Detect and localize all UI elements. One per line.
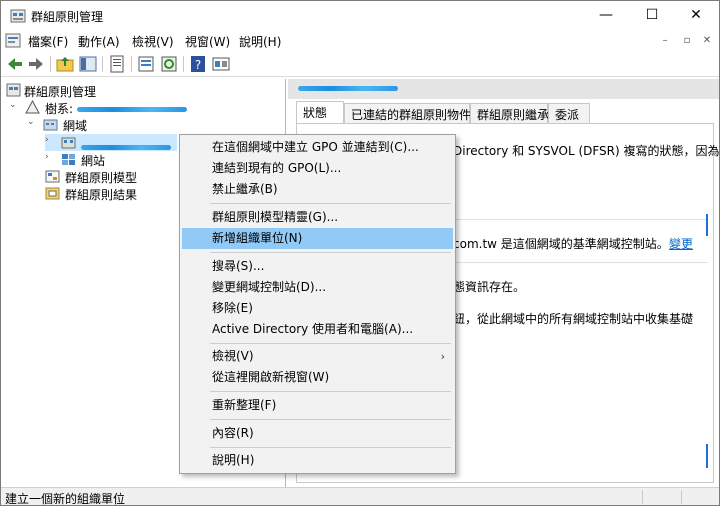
tree-root-label: 群組原則管理 <box>24 85 97 99</box>
toolbar-separator <box>50 56 51 72</box>
tree-root[interactable]: 群組原則管理 <box>4 82 284 99</box>
menu-separator <box>210 252 451 253</box>
menu-help-item[interactable]: 說明(H) <box>182 450 453 471</box>
mdi-minimize-button[interactable]: – <box>658 34 672 47</box>
scroll-indicator <box>706 214 708 236</box>
toolbar-separator <box>131 56 132 72</box>
sites-icon <box>62 154 75 165</box>
status-separator <box>681 490 682 504</box>
tree-domain-selected[interactable]: › <box>45 134 177 151</box>
folder-up-icon[interactable] <box>56 55 74 73</box>
tab-delegation[interactable]: 委派 <box>548 103 590 123</box>
menu-help[interactable]: 說明(H) <box>239 33 281 50</box>
menu-bar: 檔案(F) 動作(A) 檢視(V) 視窗(W) 說明(H) – ▫ ✕ <box>1 30 719 51</box>
tree-domains[interactable]: ⌄ 網域 <box>27 116 277 133</box>
menu-separator <box>210 391 451 392</box>
back-icon[interactable] <box>6 55 24 73</box>
mdi-close-button[interactable]: ✕ <box>700 34 714 47</box>
menu-view[interactable]: 檢視(V) <box>132 33 174 50</box>
window-title: 群組原則管理 <box>31 10 104 24</box>
gpo-modeling-icon <box>45 170 60 183</box>
tab-linked-gpos[interactable]: 已連結的群組原則物件 <box>344 103 471 123</box>
expand-chevron-icon[interactable]: › <box>45 135 55 145</box>
toolbar-separator <box>183 56 184 72</box>
menu-aduc[interactable]: Active Directory 使用者和電腦(A)... <box>182 319 453 340</box>
maximize-button[interactable]: ☐ <box>629 1 675 30</box>
scroll-indicator <box>706 444 708 468</box>
export-list-icon[interactable] <box>137 55 155 73</box>
gpmc-window: 群組原則管理 — ☐ ✕ 檔案(F) 動作(A) 檢視(V) 視窗(W) 說明(… <box>0 0 720 506</box>
gpmc-app-icon <box>10 9 26 23</box>
title-bar: 群組原則管理 — ☐ ✕ <box>1 1 719 30</box>
menu-separator <box>210 203 451 204</box>
menu-view-label: 檢視(V) <box>212 349 254 363</box>
console-menu-icon[interactable] <box>5 33 21 48</box>
menu-new-window[interactable]: 從這裡開啟新視窗(W) <box>182 367 453 388</box>
tree-domains-label: 網域 <box>63 119 88 133</box>
content-divider <box>453 219 708 220</box>
change-link[interactable]: 變更 <box>669 235 693 252</box>
domains-folder-icon <box>43 119 58 131</box>
menu-separator <box>210 419 451 420</box>
mdi-restore-button[interactable]: ▫ <box>680 34 694 47</box>
collapse-chevron-icon[interactable]: ⌄ <box>27 117 37 127</box>
tree-gpo-results-label: 群組原則結果 <box>65 188 138 202</box>
svg-text:?: ? <box>195 58 201 72</box>
tree-sites-label: 網站 <box>81 154 106 168</box>
submenu-arrow-icon: › <box>440 350 445 363</box>
expand-chevron-icon[interactable]: › <box>45 152 55 162</box>
context-menu: 在這個網域中建立 GPO 並連結到(C)... 連結到現有的 GPO(L)...… <box>179 134 456 474</box>
menu-search[interactable]: 搜尋(S)... <box>182 256 453 277</box>
help-icon[interactable]: ? <box>189 55 207 73</box>
tree-forest-label: 樹系: <box>45 100 187 117</box>
tab-gpo-inheritance[interactable]: 群組原則繼承 <box>470 103 549 123</box>
menu-new-ou[interactable]: 新增組織單位(N) <box>182 228 453 249</box>
toolbar: ? <box>1 51 719 77</box>
menu-gpo-modeling-wizard[interactable]: 群組原則模型精靈(G)... <box>182 207 453 228</box>
content-divider <box>453 262 708 263</box>
gpmc-root-icon <box>6 83 21 97</box>
menu-refresh[interactable]: 重新整理(F) <box>182 395 453 416</box>
redacted-header-name <box>298 86 398 91</box>
minimize-button[interactable]: — <box>583 1 629 30</box>
menu-remove[interactable]: 移除(E) <box>182 298 453 319</box>
redacted-forest-name <box>76 107 187 112</box>
forward-icon[interactable] <box>27 55 45 73</box>
console-icon[interactable] <box>212 55 230 73</box>
forest-icon <box>25 100 40 114</box>
close-button[interactable]: ✕ <box>673 1 719 30</box>
menu-view-submenu[interactable]: 檢視(V) › <box>182 346 453 367</box>
gather-info-text: 鈕，從此網域中的所有網域控制站中收集基礎 <box>453 312 694 326</box>
toolbar-separator <box>102 56 103 72</box>
status-bar: 建立一個新的組織單位 <box>1 487 719 506</box>
status-description: Directory 和 SYSVOL (DFSR) 複寫的狀態，因為 <box>453 144 720 158</box>
menu-link-existing-gpo[interactable]: 連結到現有的 GPO(L)... <box>182 158 453 179</box>
tab-status[interactable]: 狀態 <box>296 101 344 123</box>
tree-gpo-modeling-label: 群組原則模型 <box>65 171 138 185</box>
menu-file[interactable]: 檔案(F) <box>28 33 68 50</box>
status-info-text: 態資訊存在。 <box>453 280 526 294</box>
status-text: 建立一個新的組織單位 <box>5 492 126 506</box>
menu-change-dc[interactable]: 變更網域控制站(D)... <box>182 277 453 298</box>
baseline-dc-text: com.tw 是這個網域的基準網域控制站。 <box>453 237 669 251</box>
forest-prefix: 樹系: <box>45 102 77 116</box>
domain-icon <box>61 137 76 149</box>
menu-separator <box>210 447 451 448</box>
refresh-icon[interactable] <box>160 55 178 73</box>
menu-window[interactable]: 視窗(W) <box>185 33 230 50</box>
menu-block-inheritance[interactable]: 禁止繼承(B) <box>182 179 453 200</box>
tree-forest[interactable]: ⌄ 樹系: <box>9 99 279 116</box>
properties-icon[interactable] <box>108 55 126 73</box>
menu-action[interactable]: 動作(A) <box>78 33 120 50</box>
menu-separator <box>210 343 451 344</box>
show-hide-tree-icon[interactable] <box>79 55 97 73</box>
menu-create-gpo-link[interactable]: 在這個網域中建立 GPO 並連結到(C)... <box>182 137 453 158</box>
menu-properties[interactable]: 內容(R) <box>182 423 453 444</box>
status-separator <box>642 490 643 504</box>
gpo-results-icon <box>45 187 60 200</box>
collapse-chevron-icon[interactable]: ⌄ <box>9 100 19 110</box>
details-header <box>288 79 719 99</box>
